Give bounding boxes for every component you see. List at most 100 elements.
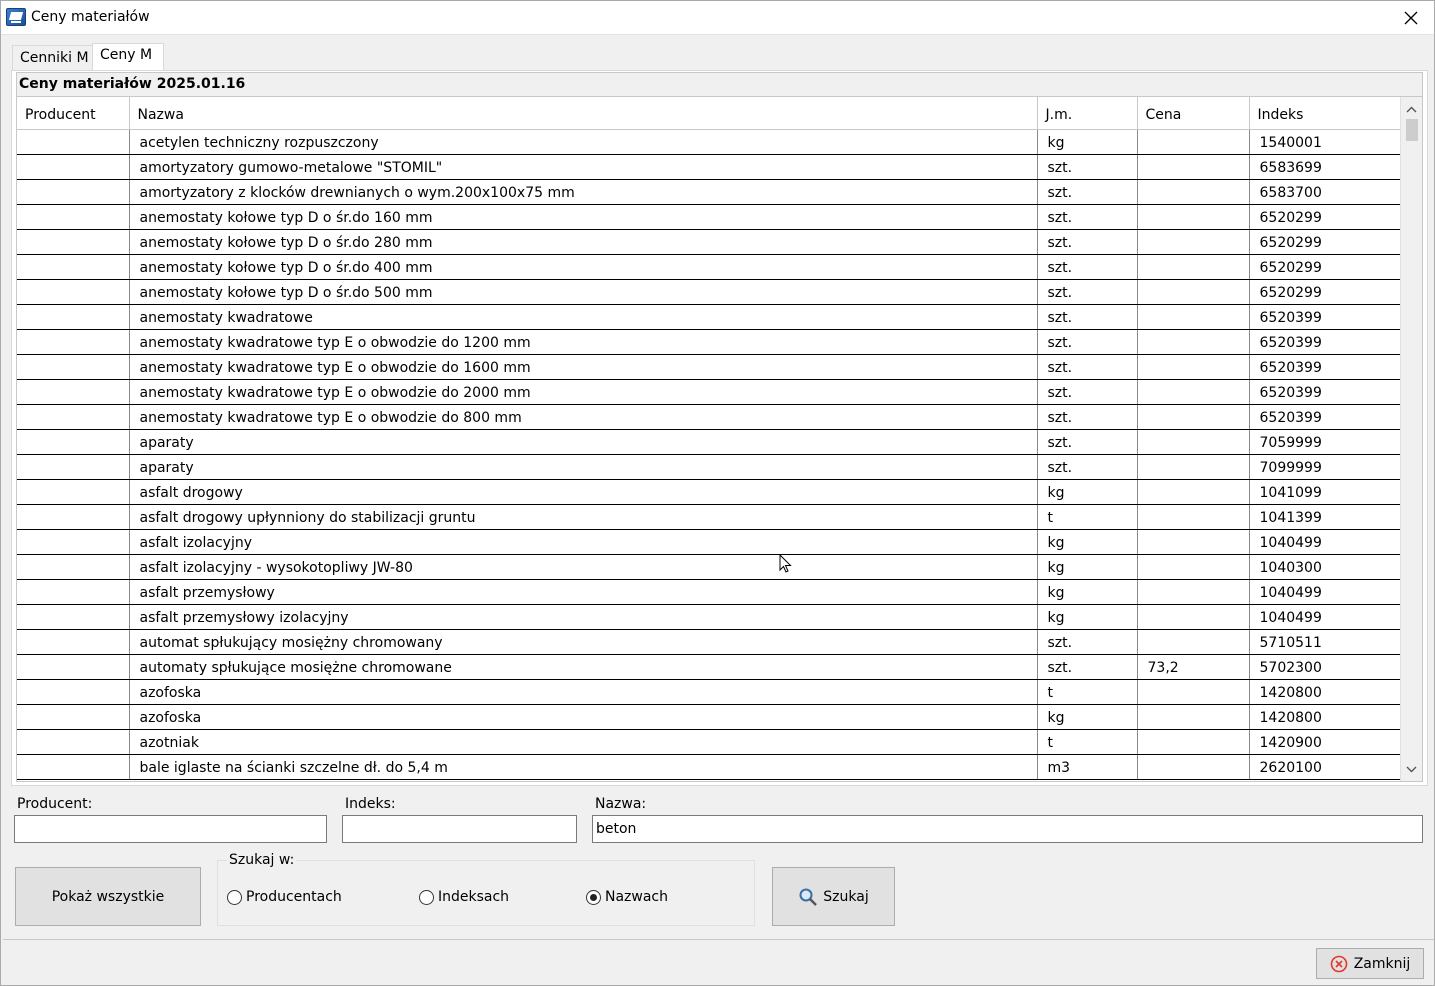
materials-table: Producent Nazwa J.m. Cena Indeks acetyle…: [17, 97, 1402, 780]
cell-jm: m3: [1037, 754, 1138, 780]
cell-nazwa: asfalt przemysłowy: [129, 579, 1038, 605]
cell-nazwa: anemostaty kołowe typ D o śr.do 160 mm: [129, 204, 1038, 230]
table-row[interactable]: aparaty szt. 7059999: [17, 429, 1402, 455]
table-row[interactable]: azotniak t 1420900: [17, 729, 1402, 755]
cell-cena: [1137, 629, 1250, 655]
radio-indeksach[interactable]: Indeksach: [419, 889, 509, 905]
cell-nazwa: acetylen techniczny rozpuszczony: [129, 129, 1038, 155]
cell-nazwa: automat spłukujący mosiężny chromowany: [129, 629, 1038, 655]
cell-cena: [1137, 179, 1250, 205]
cell-nazwa: anemostaty kołowe typ D o śr.do 280 mm: [129, 229, 1038, 255]
radio-nazwach[interactable]: Nazwach: [586, 889, 668, 905]
table-row[interactable]: anemostaty kołowe typ D o śr.do 400 mm sz…: [17, 254, 1402, 280]
radio-producentach[interactable]: Producentach: [227, 889, 342, 905]
table-row[interactable]: anemostaty kwadratowe szt. 6520399: [17, 304, 1402, 330]
table-row[interactable]: acetylen techniczny rozpuszczony kg 154000…: [17, 129, 1402, 155]
cell-jm: szt.: [1037, 279, 1138, 305]
tab-ceny-m[interactable]: Ceny M: [92, 43, 164, 72]
cell-nazwa: amortyzatory gumowo-metalowe "STOMIL": [129, 154, 1038, 180]
table-row[interactable]: asfalt izolacyjny - wysokotopliwy JW-80 k…: [17, 554, 1402, 580]
cell-jm: kg: [1037, 579, 1138, 605]
cell-indeks: 5702300: [1249, 654, 1402, 680]
table-row[interactable]: anemostaty kołowe typ D o śr.do 500 mm sz…: [17, 279, 1402, 305]
cell-cena: [1137, 379, 1250, 405]
column-header-nazwa[interactable]: Nazwa: [129, 97, 1038, 130]
table-row[interactable]: asfalt drogowy upłynniony do stabilizacj…: [17, 504, 1402, 530]
cell-cena: [1137, 754, 1250, 780]
table-row[interactable]: azofoska kg 1420800: [17, 704, 1402, 730]
cell-producent: [17, 329, 130, 355]
search-button-label: Szukaj: [823, 888, 869, 905]
table-row[interactable]: amortyzatory gumowo-metalowe "STOMIL" szt…: [17, 154, 1402, 180]
cell-producent: [17, 529, 130, 555]
table-row[interactable]: anemostaty kołowe typ D o śr.do 280 mm sz…: [17, 229, 1402, 255]
table-row[interactable]: amortyzatory z klocków drewnianych o wym…: [17, 179, 1402, 205]
close-icon: [1404, 11, 1418, 25]
cell-cena: [1137, 354, 1250, 380]
cell-producent: [17, 579, 130, 605]
table-row[interactable]: asfalt przemysłowy izolacyjny kg 1040499: [17, 604, 1402, 630]
cell-jm: szt.: [1037, 304, 1138, 330]
cell-indeks: 1040499: [1249, 579, 1402, 605]
cell-jm: szt.: [1037, 229, 1138, 255]
scroll-down-button[interactable]: [1401, 759, 1422, 779]
table-row[interactable]: automat spłukujący mosiężny chromowany sz…: [17, 629, 1402, 655]
table-row[interactable]: anemostaty kwadratowe typ E o obwodzie d…: [17, 404, 1402, 430]
show-all-button[interactable]: Pokaż wszystkie: [15, 867, 201, 926]
cell-indeks: 1041399: [1249, 504, 1402, 530]
table-row[interactable]: asfalt drogowy kg 1041099: [17, 479, 1402, 505]
column-header-indeks[interactable]: Indeks: [1249, 97, 1402, 130]
table-row[interactable]: automaty spłukujące mosiężne chromowane s…: [17, 654, 1402, 680]
cell-nazwa: anemostaty kołowe typ D o śr.do 400 mm: [129, 254, 1038, 280]
column-header-producent[interactable]: Producent: [17, 97, 130, 130]
cell-jm: szt.: [1037, 154, 1138, 180]
cell-producent: [17, 754, 130, 780]
radio-label-producentach: Producentach: [246, 889, 342, 905]
close-button[interactable]: Zamknij: [1316, 948, 1424, 979]
cell-jm: szt.: [1037, 204, 1138, 230]
table-body: acetylen techniczny rozpuszczony kg 154000…: [17, 129, 1402, 780]
scrollbar-thumb[interactable]: [1406, 119, 1418, 141]
cell-producent: [17, 229, 130, 255]
cell-indeks: 6520299: [1249, 254, 1402, 280]
window-close-button[interactable]: [1388, 1, 1434, 35]
cell-nazwa: aparaty: [129, 429, 1038, 455]
cell-cena: [1137, 404, 1250, 430]
cell-cena: [1137, 729, 1250, 755]
cell-indeks: 1040300: [1249, 554, 1402, 580]
cell-indeks: 6520399: [1249, 354, 1402, 380]
cell-producent: [17, 604, 130, 630]
table-row[interactable]: anemostaty kwadratowe typ E o obwodzie d…: [17, 354, 1402, 380]
cell-indeks: 6583699: [1249, 154, 1402, 180]
table-row[interactable]: asfalt izolacyjny kg 1040499: [17, 529, 1402, 555]
materials-grid[interactable]: Producent Nazwa J.m. Cena Indeks acetyle…: [16, 96, 1423, 782]
cell-producent: [17, 629, 130, 655]
tab-panel-ceny-m: Ceny materiałów 2025.01.16 Producent Naz…: [11, 70, 1428, 786]
column-header-cena[interactable]: Cena: [1137, 97, 1250, 130]
table-row[interactable]: bale iglaste na ścianki szczelne dł. do …: [17, 754, 1402, 780]
cell-producent: [17, 129, 130, 155]
table-row[interactable]: anemostaty kołowe typ D o śr.do 160 mm sz…: [17, 204, 1402, 230]
chevron-down-icon: [1406, 766, 1417, 772]
table-row[interactable]: asfalt przemysłowy kg 1040499: [17, 579, 1402, 605]
cell-indeks: 1420800: [1249, 704, 1402, 730]
cell-indeks: 6520399: [1249, 304, 1402, 330]
nazwa-input[interactable]: [592, 815, 1423, 843]
cell-nazwa: automaty spłukujące mosiężne chromowane: [129, 654, 1038, 680]
cell-nazwa: anemostaty kwadratowe typ E o obwodzie d…: [129, 354, 1038, 380]
producent-input[interactable]: [14, 815, 327, 843]
table-row[interactable]: aparaty szt. 7099999: [17, 454, 1402, 480]
search-button[interactable]: Szukaj: [772, 867, 895, 926]
cell-nazwa: azofoska: [129, 704, 1038, 730]
tab-cenniki-m[interactable]: Cenniki M: [12, 45, 93, 71]
vertical-scrollbar[interactable]: [1400, 97, 1422, 781]
column-header-jm[interactable]: J.m.: [1037, 97, 1138, 130]
scroll-up-button[interactable]: [1401, 99, 1422, 119]
table-row[interactable]: anemostaty kwadratowe typ E o obwodzie d…: [17, 329, 1402, 355]
table-row[interactable]: azofoska t 1420800: [17, 679, 1402, 705]
cell-indeks: 6583700: [1249, 179, 1402, 205]
indeks-input[interactable]: [342, 815, 577, 843]
cell-cena: [1137, 154, 1250, 180]
cell-producent: [17, 704, 130, 730]
table-row[interactable]: anemostaty kwadratowe typ E o obwodzie d…: [17, 379, 1402, 405]
